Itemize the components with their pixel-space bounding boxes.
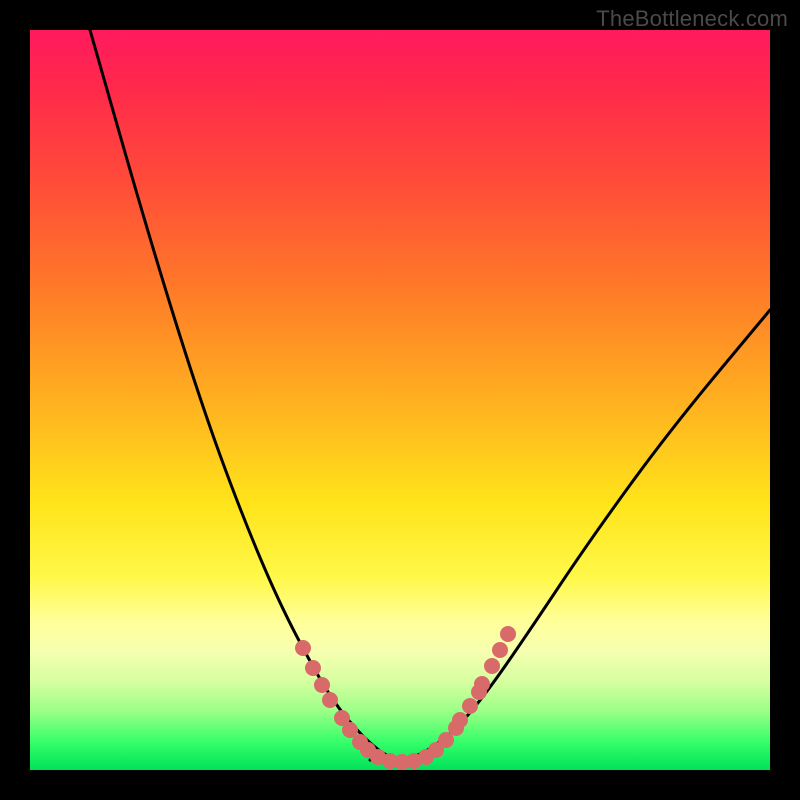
data-marker <box>322 692 338 708</box>
data-marker <box>500 626 516 642</box>
marker-group <box>295 626 516 770</box>
right-curve <box>400 310 770 760</box>
data-marker <box>474 676 490 692</box>
data-marker <box>452 712 468 728</box>
plot-area <box>30 30 770 770</box>
data-marker <box>484 658 500 674</box>
chart-frame: TheBottleneck.com <box>0 0 800 800</box>
data-marker <box>462 698 478 714</box>
data-marker <box>314 677 330 693</box>
data-marker <box>295 640 311 656</box>
data-marker <box>492 642 508 658</box>
curve-layer <box>30 30 770 770</box>
data-marker <box>305 660 321 676</box>
watermark-text: TheBottleneck.com <box>596 6 788 32</box>
left-curve <box>90 30 400 760</box>
